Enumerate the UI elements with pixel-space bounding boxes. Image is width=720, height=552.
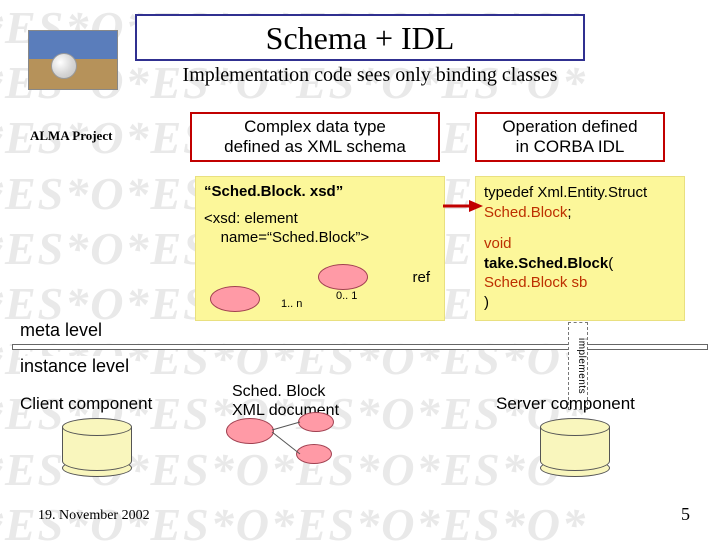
footer-date: 19. November 2002 [38, 508, 150, 524]
xsd-element-line2: name=“Sched.Block”> [204, 229, 369, 246]
xsd-filename: “Sched.Block. xsd” [204, 183, 436, 200]
client-cylinder-icon [62, 418, 132, 476]
server-cylinder-icon [540, 418, 610, 476]
server-component-label: Server component [496, 394, 635, 414]
cardinality-1-n: 1.. n [281, 298, 302, 310]
xsd-ellipse-2 [318, 264, 368, 290]
idl-open: ( [608, 255, 613, 272]
doc-connector-lines [270, 420, 304, 460]
meta-level-label: meta level [20, 320, 102, 341]
cardinality-0-1: 0.. 1 [336, 290, 357, 302]
watermark-row: *ES*O*ES*O*ES*O*ES*O* [0, 497, 720, 552]
xml-doc-line1: Sched. Block [232, 383, 325, 400]
idl-close: ) [484, 294, 489, 311]
xml-box-line2: defined as XML schema [224, 137, 406, 156]
idl-box: Operation defined in CORBA IDL [475, 112, 665, 162]
slide-subtitle: Implementation code sees only binding cl… [135, 64, 605, 87]
footer-page-number: 5 [681, 504, 690, 525]
slide-title: Schema + IDL [143, 20, 577, 57]
xsd-ellipse-1 [210, 286, 260, 312]
alma-image [28, 30, 118, 90]
idl-panel: typedef Xml.Entity.Struct Sched.Block; v… [475, 176, 685, 321]
idl-box-line1: Operation defined [502, 117, 637, 136]
idl-semi: ; [567, 204, 571, 221]
xml-box-line1: Complex data type [244, 117, 386, 136]
idl-take: take.Sched.Block [484, 255, 608, 272]
xml-schema-box: Complex data type defined as XML schema [190, 112, 440, 162]
arrow-right-icon [443, 196, 483, 216]
doc-ellipse-main [226, 418, 274, 444]
client-component-label: Client component [20, 394, 152, 414]
xsd-element-line1: <xsd: element [204, 210, 298, 227]
idl-typedef-line2: Sched.Block [484, 204, 567, 221]
alma-label: ALMA Project [30, 128, 112, 144]
level-divider [12, 344, 708, 350]
xsd-ref: ref [412, 269, 430, 286]
idl-arg: Sched.Block sb [484, 274, 587, 291]
idl-typedef-line1: typedef Xml.Entity.Struct [484, 184, 647, 201]
title-box: Schema + IDL [135, 14, 585, 61]
instance-level-label: instance level [20, 356, 129, 377]
idl-void: void [484, 235, 512, 252]
idl-box-line2: in CORBA IDL [516, 137, 625, 156]
